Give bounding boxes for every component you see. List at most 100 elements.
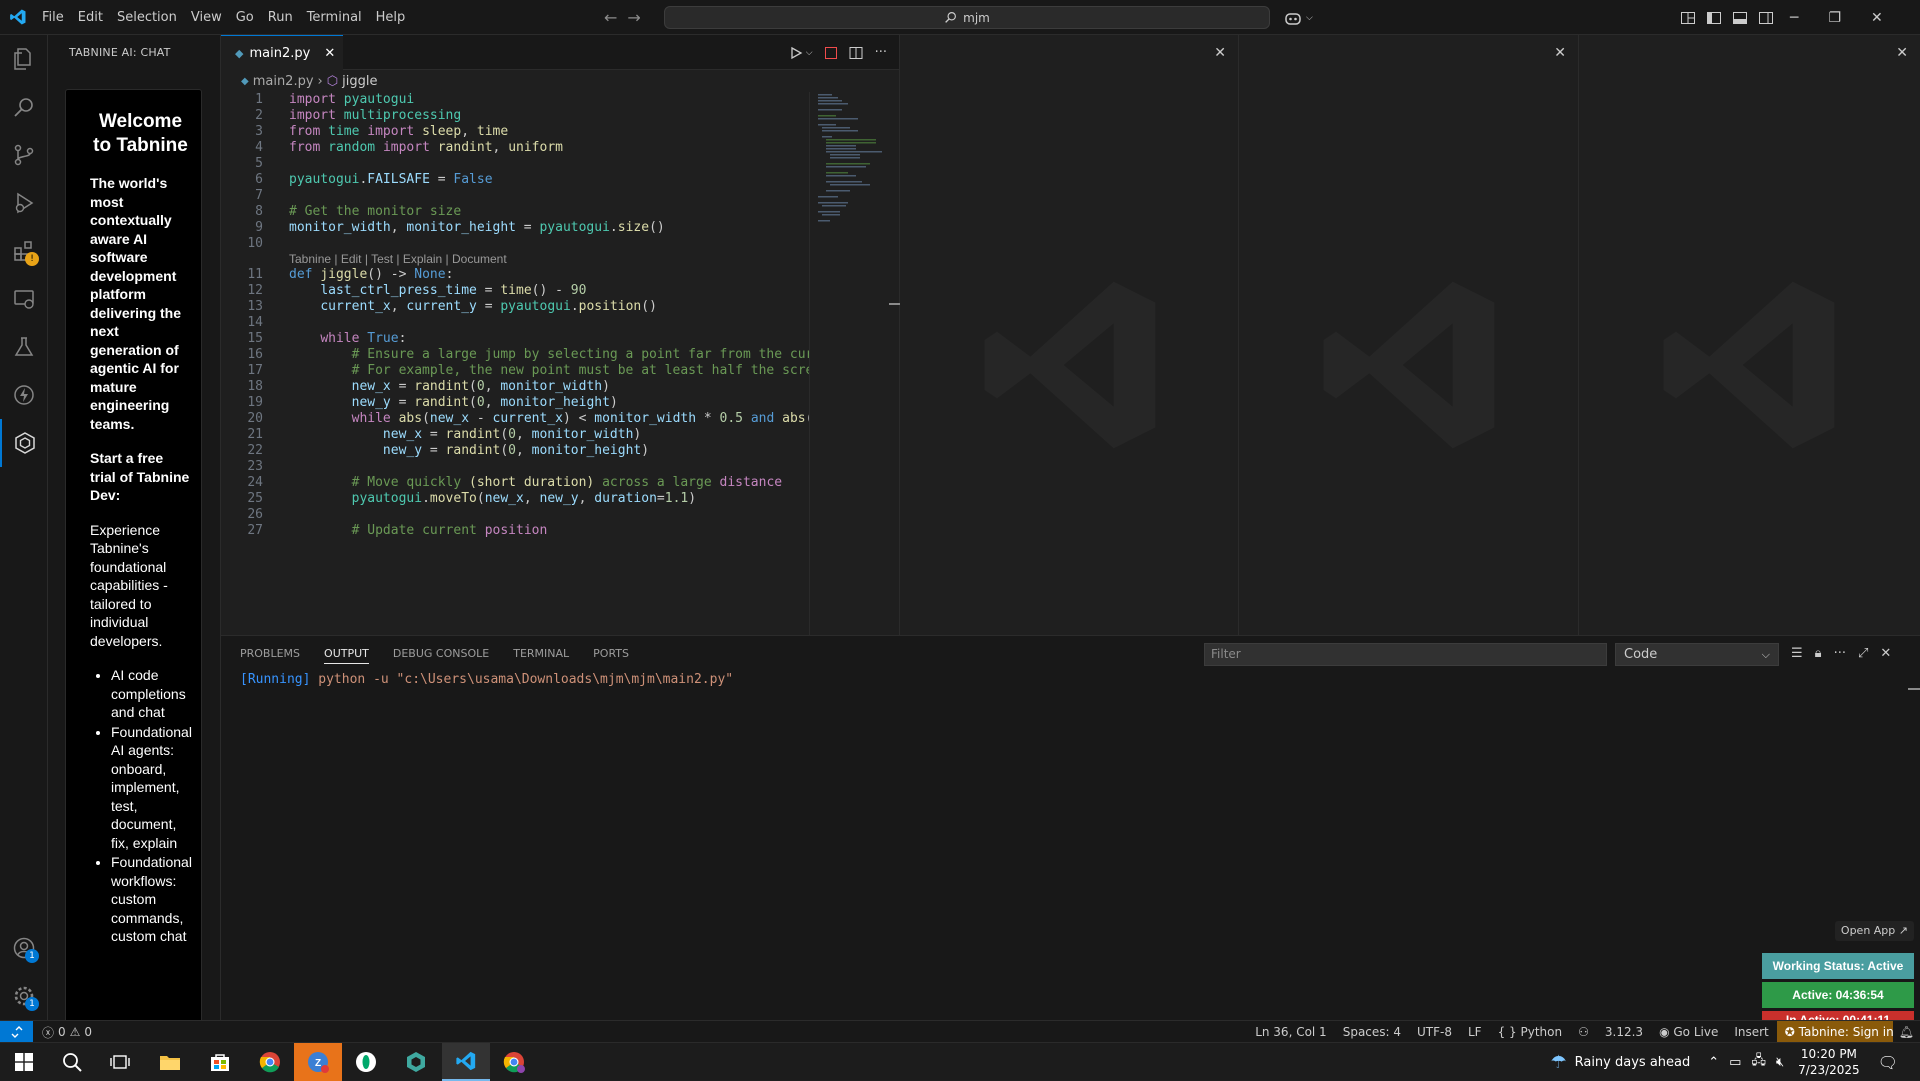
- sidebar-title: TABNINE AI: CHAT: [69, 46, 171, 59]
- tabnine-codelens[interactable]: Tabnine | Edit | Test | Explain | Docume…: [289, 252, 507, 266]
- notification-center-icon[interactable]: 🗨︎: [1878, 1053, 1898, 1072]
- go-live-button[interactable]: ◉ Go Live: [1651, 1025, 1726, 1039]
- insert-mode[interactable]: Insert: [1726, 1025, 1776, 1039]
- run-python-icon[interactable]: ⌵: [789, 46, 813, 60]
- output-filter-input[interactable]: Filter: [1204, 643, 1607, 666]
- close-window-icon[interactable]: ✕: [1871, 10, 1883, 26]
- show-hidden-icons[interactable]: ⌃: [1708, 1055, 1719, 1070]
- cursor-position[interactable]: Ln 36, Col 1: [1247, 1025, 1335, 1039]
- menu-run[interactable]: Run: [261, 0, 300, 35]
- search-view-icon[interactable]: [0, 83, 48, 131]
- problems-indicator[interactable]: ⓧ 0 ⚠ 0: [42, 1021, 92, 1043]
- system-tray: ☂ Rainy days ahead ⌃ ▭ 🖧︎ 🔇︎ 10:20 PM 7/…: [1550, 1043, 1920, 1081]
- menu-view[interactable]: View: [184, 0, 229, 35]
- close-group-icon[interactable]: ✕: [1554, 45, 1566, 61]
- task-view-icon[interactable]: [96, 1043, 144, 1081]
- toggle-panel-icon[interactable]: [1732, 10, 1748, 26]
- run-debug-icon[interactable]: [0, 179, 48, 227]
- minimize-icon[interactable]: ─: [1790, 10, 1798, 26]
- notifications-bell-icon[interactable]: 🔔︎: [1893, 1025, 1920, 1039]
- manage-badge: 1: [25, 997, 39, 1011]
- split-editor-icon[interactable]: [849, 46, 863, 60]
- forward-arrow-icon[interactable]: →: [627, 8, 640, 27]
- customize-layout-icon[interactable]: [1680, 10, 1696, 26]
- minimap[interactable]: [809, 92, 901, 635]
- lock-scroll-icon[interactable]: 🔒︎: [1815, 646, 1822, 661]
- chevron-right-icon: ›: [317, 73, 323, 89]
- clear-output-icon[interactable]: ☰: [1791, 646, 1803, 661]
- breadcrumb-symbol[interactable]: jiggle: [342, 74, 377, 89]
- code-line: new_x = randint(0, monitor_width): [382, 427, 642, 442]
- breadcrumb-file[interactable]: main2.py: [253, 74, 314, 89]
- explorer-icon[interactable]: [0, 35, 48, 83]
- manage-gear-icon[interactable]: 1: [0, 972, 48, 1020]
- copilot-status-icon[interactable]: ⚇: [1570, 1025, 1597, 1039]
- menu-file[interactable]: File: [35, 0, 71, 35]
- status-bar: ⓧ 0 ⚠ 0 Ln 36, Col 1 Spaces: 4 UTF-8 LF …: [0, 1020, 1920, 1043]
- tab-terminal[interactable]: TERMINAL: [513, 647, 569, 660]
- back-arrow-icon[interactable]: ←: [604, 8, 617, 27]
- encoding[interactable]: UTF-8: [1409, 1025, 1460, 1039]
- python-ide-icon[interactable]: [392, 1043, 440, 1081]
- tab-output[interactable]: OUTPUT: [324, 643, 369, 664]
- volume-muted-icon[interactable]: 🔇︎: [1776, 1055, 1784, 1070]
- menu-go[interactable]: Go: [229, 0, 261, 35]
- toggle-secondary-sidebar-icon[interactable]: [1758, 10, 1774, 26]
- close-tab-icon[interactable]: ✕: [324, 46, 335, 61]
- tabnine-status[interactable]: ✪ Tabnine: Sign in is required: [1776, 1021, 1893, 1043]
- panel-scrollbar[interactable]: [1908, 688, 1920, 690]
- toggle-primary-sidebar-icon[interactable]: [1706, 10, 1722, 26]
- close-group-icon[interactable]: ✕: [1896, 45, 1908, 61]
- warning-icon: ⚠: [69, 1025, 81, 1039]
- remote-indicator-icon[interactable]: [0, 1021, 33, 1043]
- close-panel-icon[interactable]: ✕: [1880, 646, 1891, 661]
- remote-explorer-icon[interactable]: [0, 275, 48, 323]
- microsoft-store-icon[interactable]: [196, 1043, 244, 1081]
- clock[interactable]: 10:20 PM 7/23/2025: [1798, 1046, 1860, 1078]
- broadcast-icon: ◉: [1659, 1025, 1670, 1039]
- file-explorer-icon[interactable]: [146, 1043, 194, 1081]
- more-actions-icon[interactable]: ···: [875, 45, 887, 60]
- extensions-icon[interactable]: !: [0, 227, 48, 275]
- menu-edit[interactable]: Edit: [71, 0, 110, 35]
- menu-selection[interactable]: Selection: [110, 0, 184, 35]
- tab-main2-py[interactable]: ◆ main2.py ✕: [221, 35, 343, 70]
- weather-widget[interactable]: ☂ Rainy days ahead: [1550, 1052, 1690, 1073]
- vscode-taskbar-icon[interactable]: [442, 1043, 490, 1081]
- chrome-profile-icon[interactable]: [490, 1043, 538, 1081]
- restore-icon[interactable]: ❐: [1828, 10, 1841, 26]
- python-version[interactable]: 3.12.3: [1597, 1025, 1651, 1039]
- windows-start-icon[interactable]: [0, 1043, 48, 1081]
- green-app-icon[interactable]: [342, 1043, 390, 1081]
- end-of-line[interactable]: LF: [1460, 1025, 1490, 1039]
- testing-icon[interactable]: [0, 323, 48, 371]
- tab-problems[interactable]: PROBLEMS: [240, 647, 300, 660]
- output-channel-select[interactable]: Code ⌵: [1615, 643, 1779, 666]
- tabnine-icon[interactable]: [0, 419, 48, 467]
- tab-ports[interactable]: PORTS: [593, 647, 629, 660]
- network-icon[interactable]: 🖧︎: [1751, 1051, 1766, 1073]
- copilot-menu[interactable]: ⌵: [1284, 0, 1313, 35]
- language-label: Python: [1520, 1025, 1563, 1039]
- indentation[interactable]: Spaces: 4: [1335, 1025, 1409, 1039]
- tab-debug-console[interactable]: DEBUG CONSOLE: [393, 647, 489, 660]
- source-control-icon[interactable]: [0, 131, 48, 179]
- lightning-extension-icon[interactable]: [0, 371, 48, 419]
- menu-terminal[interactable]: Terminal: [300, 0, 369, 35]
- open-app-button[interactable]: Open App ↗: [1834, 921, 1914, 941]
- close-group-icon[interactable]: ✕: [1214, 45, 1226, 61]
- code-editor[interactable]: 1 import pyautogui 2 import multiprocess…: [221, 92, 809, 635]
- command-center-search[interactable]: mjm: [664, 6, 1270, 29]
- maximize-panel-icon[interactable]: ⤢: [1858, 646, 1868, 661]
- line-number: 10: [247, 236, 263, 251]
- battery-icon[interactable]: ▭: [1729, 1055, 1741, 1070]
- stop-icon[interactable]: [824, 46, 837, 59]
- zoho-app-icon[interactable]: Z: [294, 1043, 342, 1081]
- menu-bar: File Edit Selection View Go Run Terminal…: [35, 0, 412, 35]
- chrome-icon[interactable]: [246, 1043, 294, 1081]
- accounts-icon[interactable]: 1: [0, 924, 48, 972]
- taskbar-search-icon[interactable]: [48, 1043, 96, 1081]
- menu-help[interactable]: Help: [369, 0, 413, 35]
- language-mode[interactable]: { } Python: [1490, 1025, 1571, 1039]
- more-actions-icon[interactable]: ···: [1834, 646, 1846, 661]
